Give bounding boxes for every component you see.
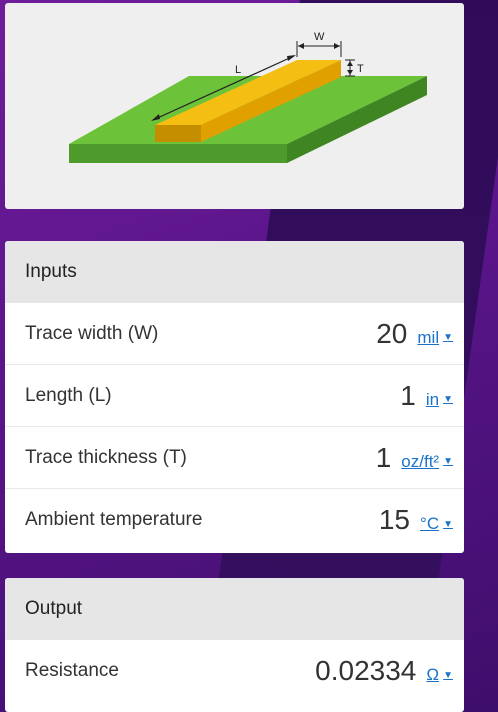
inputs-header: Inputs xyxy=(5,241,464,303)
length-label: L xyxy=(235,64,241,76)
ambient-temperature-controls: 15 °C ▼ xyxy=(379,504,453,536)
caret-down-icon: ▼ xyxy=(443,669,453,681)
thickness-arrowhead-bottom xyxy=(347,70,353,75)
ambient-temperature-unit-label: °C xyxy=(420,514,440,533)
resistance-unit-select[interactable]: Ω ▼ xyxy=(426,665,453,685)
output-header: Output xyxy=(5,578,464,640)
trace-width-controls: 20 mil ▼ xyxy=(376,318,453,350)
trace-width-unit-select[interactable]: mil ▼ xyxy=(417,328,453,348)
width-label: W xyxy=(314,31,325,43)
inputs-card: Inputs Trace width (W) 20 mil ▼ Length (L… xyxy=(5,241,464,553)
trace-thickness-label: Trace thickness (T) xyxy=(25,446,187,468)
board-front xyxy=(69,144,287,163)
resistance-label: Resistance xyxy=(25,660,119,681)
trace-thickness-row: Trace thickness (T) 1 oz/ft² ▼ xyxy=(5,427,464,489)
resistance-value: 0.02334 xyxy=(315,655,417,686)
trace-thickness-unit-select[interactable]: oz/ft² ▼ xyxy=(401,452,453,472)
resistance-controls: 0.02334 Ω ▼ xyxy=(315,655,453,687)
trace-front xyxy=(155,125,201,142)
width-arrowhead-right xyxy=(334,43,340,49)
trace-thickness-input[interactable]: 1 xyxy=(376,442,392,474)
trace-thickness-unit-label: oz/ft² xyxy=(401,451,440,471)
width-arrowhead-left xyxy=(298,43,304,49)
length-unit-label: in xyxy=(425,389,440,409)
thickness-arrowhead-top xyxy=(347,61,353,66)
ambient-temperature-row: Ambient temperature 15 °C ▼ xyxy=(5,489,464,551)
length-row: Length (L) 1 in ▼ xyxy=(5,365,464,427)
trace-width-label: Trace width (W) xyxy=(25,322,159,344)
ambient-temperature-label: Ambient temperature xyxy=(25,509,203,530)
trace-width-unit-label: mil xyxy=(417,327,440,347)
length-controls: 1 in ▼ xyxy=(400,380,453,412)
resistance-unit-label: Ω xyxy=(426,665,440,684)
trace-width-row: Trace width (W) 20 mil ▼ xyxy=(5,303,464,365)
thickness-label: T xyxy=(357,63,364,75)
trace-width-input[interactable]: 20 xyxy=(376,318,407,350)
resistance-row: Resistance 0.02334 Ω ▼ xyxy=(5,640,464,702)
length-arrowhead-end xyxy=(287,55,296,61)
caret-down-icon: ▼ xyxy=(443,518,453,530)
trace-diagram-card: L W T xyxy=(5,3,464,209)
length-unit-select[interactable]: in ▼ xyxy=(426,390,453,410)
output-card: Output Resistance 0.02334 Ω ▼ xyxy=(5,578,464,712)
caret-down-icon: ▼ xyxy=(443,332,453,343)
caret-down-icon: ▼ xyxy=(443,456,453,467)
ambient-temperature-unit-select[interactable]: °C ▼ xyxy=(420,514,453,534)
trace-thickness-controls: 1 oz/ft² ▼ xyxy=(376,442,453,474)
caret-down-icon: ▼ xyxy=(443,394,453,405)
pcb-trace-illustration: L W T xyxy=(69,31,427,163)
length-input[interactable]: 1 xyxy=(400,380,416,412)
ambient-temperature-input[interactable]: 15 xyxy=(379,504,410,536)
length-label-text: Length (L) xyxy=(25,384,112,406)
